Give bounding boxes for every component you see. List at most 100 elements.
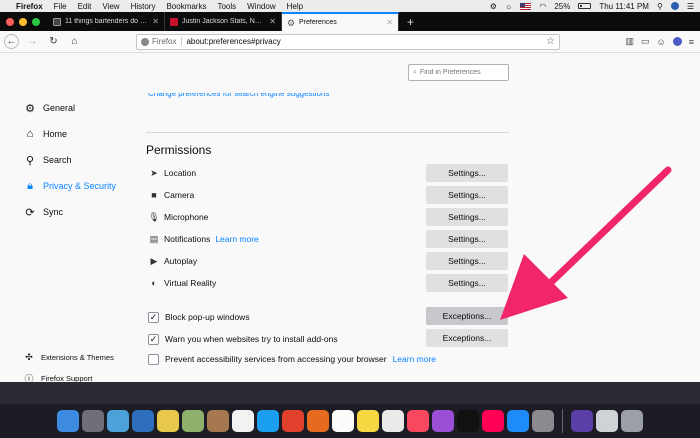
maps-icon[interactable] (182, 410, 204, 432)
document-icon[interactable] (596, 410, 618, 432)
siri-icon[interactable] (670, 2, 679, 10)
sidebar-item-privacy[interactable]: 🔒︎ Privacy & Security (24, 173, 134, 199)
search-input[interactable] (419, 69, 500, 76)
sync-icon: ⟳ (25, 206, 35, 219)
menu-view[interactable]: View (102, 2, 119, 11)
location-settings-button[interactable]: Settings... (426, 164, 508, 182)
sidebar-item-home[interactable]: ⌂ Home (24, 121, 134, 147)
launchpad-icon[interactable] (82, 410, 104, 432)
notes-icon[interactable] (357, 410, 379, 432)
notifications-settings-button[interactable]: Settings... (426, 230, 508, 248)
menu-file[interactable]: File (54, 2, 67, 11)
close-tab-icon[interactable]: ✕ (152, 17, 159, 26)
photos-icon[interactable] (157, 410, 179, 432)
textedit-icon[interactable] (332, 410, 354, 432)
tab-justin-jackson[interactable]: Justin Jackson Stats, News, Bi ✕ (165, 12, 282, 31)
gear-icon: ⚙ (25, 102, 35, 115)
permission-label: Location (164, 168, 197, 178)
chrome-icon[interactable] (282, 410, 304, 432)
camera-settings-button[interactable]: Settings... (426, 186, 508, 204)
divider (146, 132, 509, 133)
battery-percent[interactable]: 25% (554, 2, 570, 11)
extension-icon[interactable] (672, 37, 682, 46)
autoplay-settings-button[interactable]: Settings... (426, 252, 508, 270)
finder-icon[interactable] (57, 410, 79, 432)
clock[interactable]: Thu 11:41 PM (599, 2, 649, 11)
window-controls (0, 12, 48, 31)
safari-icon[interactable] (257, 410, 279, 432)
microphone-settings-button[interactable]: Settings... (426, 208, 508, 226)
library-icon[interactable]: ▥ (626, 36, 635, 47)
reminders-icon[interactable] (382, 410, 404, 432)
home-button[interactable]: ⌂ (67, 34, 82, 49)
learn-more-link[interactable]: Learn more (215, 234, 258, 244)
close-tab-icon[interactable]: ✕ (386, 18, 393, 27)
mail-icon[interactable] (132, 410, 154, 432)
status-icon[interactable]: ⚙ (490, 2, 497, 11)
menu-tools[interactable]: Tools (217, 2, 236, 11)
url-text[interactable]: about:preferences#privacy (186, 37, 542, 46)
battery-icon[interactable] (578, 3, 592, 9)
search-suggestions-link[interactable]: Change preferences for search engine sug… (148, 93, 329, 98)
podcasts-icon[interactable] (432, 410, 454, 432)
puzzle-icon: ✣ (25, 352, 33, 362)
sidebar-item-search[interactable]: ⚲ Search (24, 147, 134, 173)
menu-edit[interactable]: Edit (78, 2, 92, 11)
popup-exceptions-button[interactable]: Exceptions... (426, 307, 508, 325)
virtual-reality-settings-button[interactable]: Settings... (426, 274, 508, 292)
learn-more-link[interactable]: Learn more (393, 354, 436, 364)
url-bar[interactable]: Firefox about:preferences#privacy ☆ (136, 33, 560, 50)
tab-bartenders[interactable]: 11 things bartenders do that m ✕ (48, 12, 165, 31)
trash-icon[interactable] (621, 410, 643, 432)
reload-button[interactable]: ↻ (46, 34, 61, 49)
spotlight-icon[interactable]: ⚲ (657, 2, 663, 11)
tab-preferences[interactable]: ⚙ Preferences ✕ (282, 12, 399, 31)
close-window-button[interactable] (6, 17, 14, 26)
new-tab-button[interactable]: + (399, 12, 422, 31)
app-store-icon[interactable] (507, 410, 529, 432)
firefox-support-link[interactable]: ⓘ Firefox Support (24, 368, 114, 382)
extensions-themes-link[interactable]: ✣ Extensions & Themes (24, 347, 114, 368)
notification-center-icon[interactable]: ☰ (687, 2, 694, 11)
prevent-accessibility-checkbox[interactable] (148, 353, 159, 365)
zoom-window-button[interactable] (32, 17, 40, 26)
music-icon[interactable] (407, 410, 429, 432)
close-tab-icon[interactable]: ✕ (269, 17, 276, 26)
preview-icon[interactable] (107, 410, 129, 432)
forward-button[interactable]: → (25, 34, 40, 49)
wifi-icon[interactable]: ◠ (539, 2, 546, 11)
sidebar-toggle-icon[interactable]: ▭ (641, 36, 650, 47)
contacts-icon[interactable] (207, 410, 229, 432)
apple-tv-icon[interactable] (457, 410, 479, 432)
account-icon[interactable]: ☺ (657, 37, 666, 47)
dock-divider (562, 409, 563, 433)
identity-box[interactable]: Firefox (141, 37, 183, 46)
sidebar-item-general[interactable]: ⚙ General (24, 95, 134, 121)
navigation-toolbar: ← → ↻ ⌂ Firefox about:preferences#privac… (0, 31, 700, 53)
menu-hamburger-icon[interactable]: ≡ (689, 37, 694, 47)
notification-icon: ▤ (149, 233, 159, 244)
help-icon: ⓘ (24, 374, 34, 382)
block-popups-checkbox[interactable]: ✓ (148, 311, 159, 323)
menu-app-name[interactable]: Firefox (16, 2, 43, 11)
app-p-icon[interactable] (571, 410, 593, 432)
menu-bookmarks[interactable]: Bookmarks (166, 2, 206, 11)
bookmark-star-icon[interactable]: ☆ (546, 36, 555, 47)
minimize-window-button[interactable] (19, 17, 27, 26)
warn-addons-checkbox[interactable]: ✓ (148, 333, 159, 345)
addon-exceptions-button[interactable]: Exceptions... (426, 329, 508, 347)
menu-extra-icon[interactable]: ☼ (505, 2, 512, 11)
sidebar-item-label: Search (43, 155, 72, 165)
back-button[interactable]: ← (4, 34, 19, 49)
find-in-preferences[interactable]: ⌕ (408, 64, 509, 81)
calendar-icon[interactable] (232, 410, 254, 432)
menu-window[interactable]: Window (247, 2, 275, 11)
system-preferences-icon[interactable] (532, 410, 554, 432)
sidebar-item-sync[interactable]: ⟳ Sync (24, 199, 134, 225)
menu-help[interactable]: Help (287, 2, 303, 11)
input-source-flag-icon[interactable] (520, 2, 532, 10)
firefox-icon[interactable] (307, 410, 329, 432)
news-icon[interactable] (482, 410, 504, 432)
menu-history[interactable]: History (131, 2, 156, 11)
macos-dock (0, 404, 700, 438)
